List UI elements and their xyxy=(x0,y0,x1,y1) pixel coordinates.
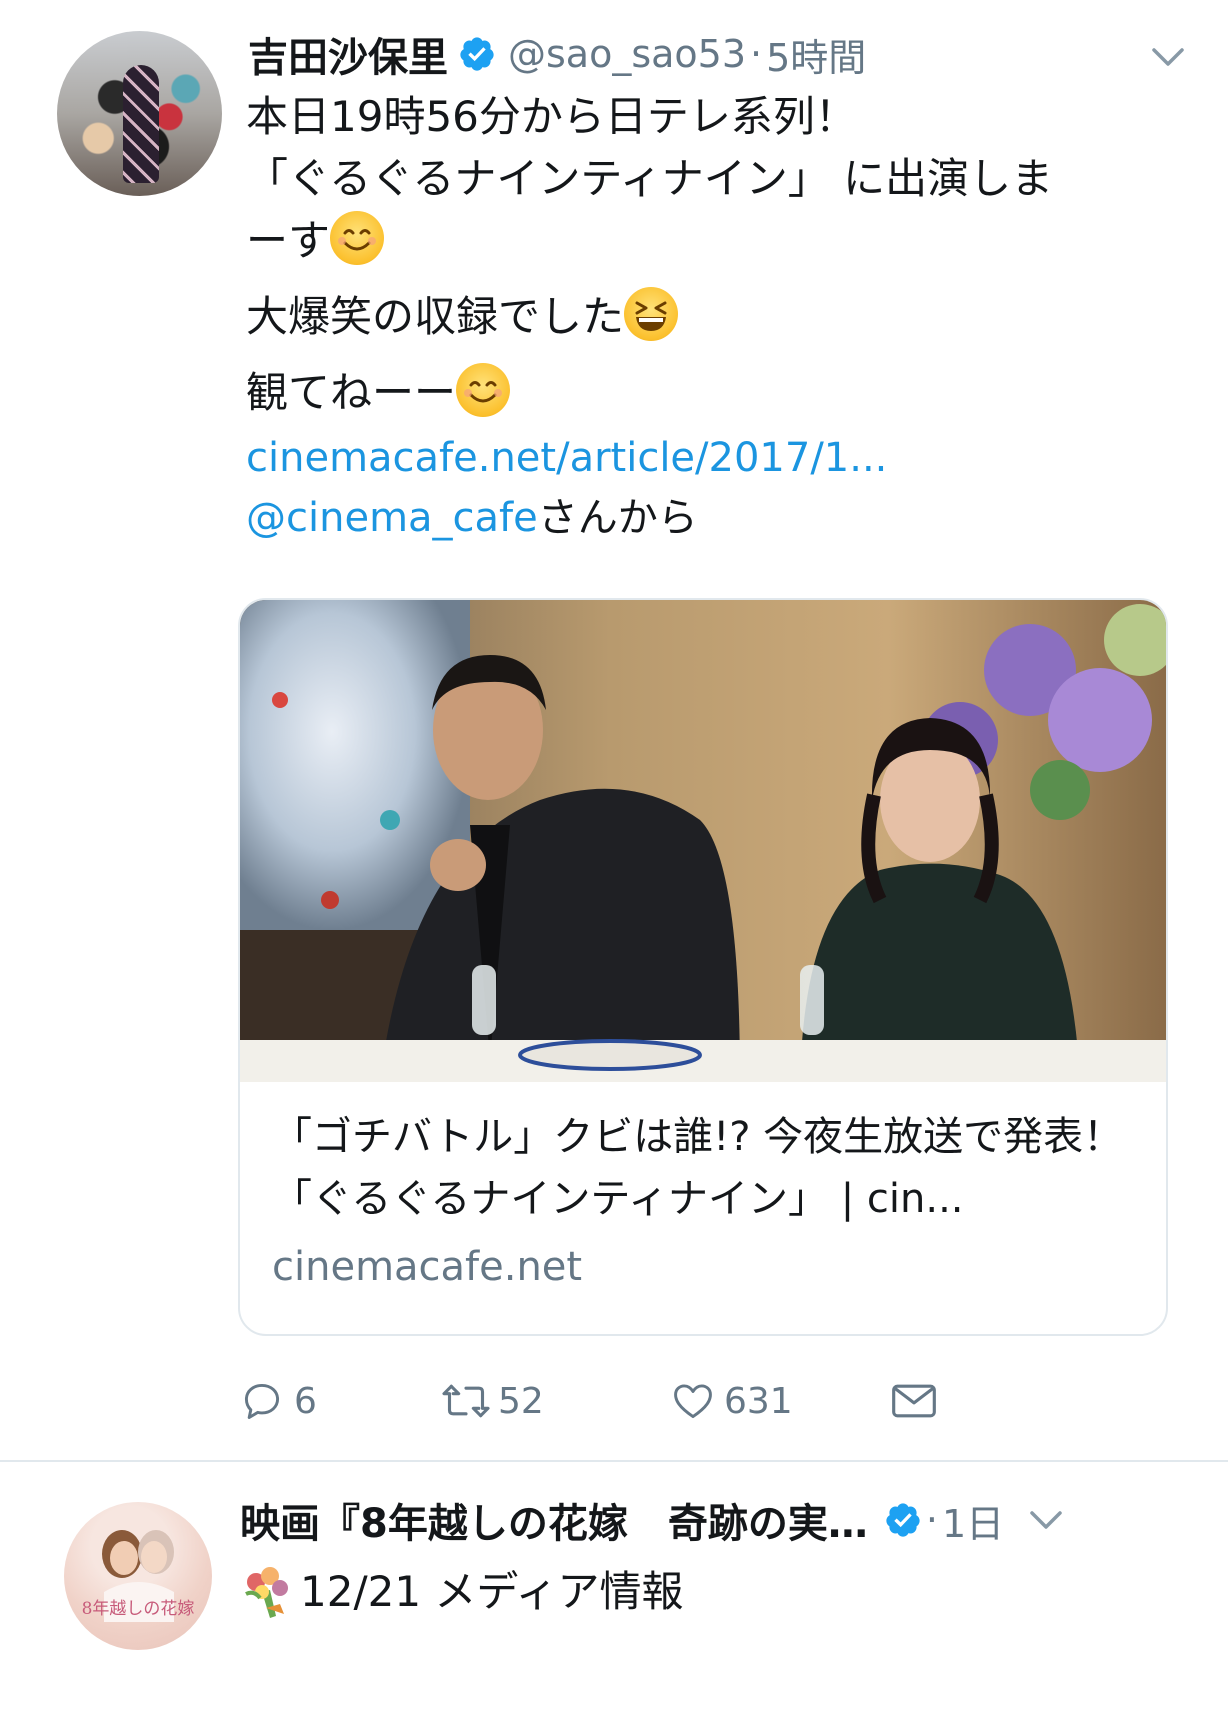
dm-icon xyxy=(892,1384,936,1418)
card-title[interactable]: 「ゴチバトル」クビは誰!? 今夜生放送で発表！「ぐるぐるナインティナイン」 | … xyxy=(272,1106,1134,1230)
tweet-line: 観てねーー xyxy=(246,362,1176,424)
retweet-button[interactable]: 52 xyxy=(440,1366,544,1436)
avatar-logo-text: 8年越しの花嫁 xyxy=(81,1599,195,1619)
tweet-time[interactable]: 5時間 xyxy=(766,27,866,82)
bouquet-emoji-icon xyxy=(245,1567,288,1618)
like-count: 631 xyxy=(724,1380,793,1422)
like-icon xyxy=(674,1384,712,1419)
tweet-time[interactable]: 1日 xyxy=(942,1493,1004,1548)
caret-down-icon[interactable] xyxy=(1148,42,1188,72)
dm-button[interactable] xyxy=(890,1366,938,1436)
separator-dot: · xyxy=(750,32,763,76)
author-avatar[interactable] xyxy=(57,31,222,196)
like-button[interactable]: 631 xyxy=(670,1366,793,1436)
mention-suffix: さんから xyxy=(537,495,698,541)
laugh-emoji-icon xyxy=(624,287,679,341)
tweet-line: 「ぐるぐるナインティナイン」 に出演しま xyxy=(246,154,1054,203)
verified-badge-icon xyxy=(886,1503,920,1537)
tweet-line: 大爆笑の収録でした xyxy=(246,286,1176,348)
tweet-attribution: @cinema_cafeさんから xyxy=(246,488,1176,548)
smile-emoji-icon xyxy=(456,363,511,417)
author-avatar[interactable]: 8年越しの花嫁 xyxy=(64,1502,212,1650)
tweet-body: 12/21 メディア情報 xyxy=(240,1562,683,1622)
reply-button[interactable]: 6 xyxy=(240,1366,317,1436)
separator-dot: · xyxy=(925,1498,938,1542)
retweet-icon xyxy=(442,1384,490,1418)
avatar-photo-detail xyxy=(123,65,159,183)
retweet-count: 52 xyxy=(498,1380,544,1422)
reply-count: 6 xyxy=(294,1380,317,1422)
tweet-2[interactable]: 8年越しの花嫁 映画『8年越しの花嫁 奇跡の実… · 1日 12/21 メディア… xyxy=(0,1462,1228,1716)
tweet-line: 本日19時56分から日テレ系列！ xyxy=(246,92,857,141)
tweet-actions: 6 52 631 xyxy=(240,1366,1140,1436)
tweet-line-text: ーす xyxy=(246,216,331,265)
card-domain: cinemacafe.net xyxy=(272,1244,583,1290)
smile-emoji-icon xyxy=(330,211,385,265)
tweet-line: 12/21 メディア情報 xyxy=(300,1567,684,1616)
author-name[interactable]: 吉田沙保里 xyxy=(248,25,448,83)
tweet-body: 本日19時56分から日テレ系列！ 「ぐるぐるナインティナイン」 に出演しま ーす… xyxy=(246,86,1176,548)
tweet-line-text: 観てねーー xyxy=(246,368,457,417)
avatar-photo-detail xyxy=(102,1530,174,1622)
reply-icon xyxy=(244,1383,280,1419)
tweet-link[interactable]: cinemacafe.net/article/2017/1... xyxy=(246,428,1176,488)
author-name[interactable]: 映画『8年越しの花嫁 奇跡の実… xyxy=(240,1491,868,1549)
tweet-line-text: 大爆笑の収録でした xyxy=(246,292,625,341)
mention-link[interactable]: @cinema_cafe xyxy=(246,495,538,541)
card-image xyxy=(240,600,1166,1082)
tweet-header: 映画『8年越しの花嫁 奇跡の実… · 1日 xyxy=(240,1490,1066,1550)
tweet-1[interactable]: 吉田沙保里 @sao_sao53 · 5時間 本日19時56分から日テレ系列！ … xyxy=(0,0,1228,1463)
author-handle[interactable]: @sao_sao53 xyxy=(508,32,746,76)
verified-badge-icon xyxy=(460,37,494,71)
tweet-line: ーす xyxy=(246,210,1176,272)
tweet-header: 吉田沙保里 @sao_sao53 · 5時間 xyxy=(248,26,866,82)
caret-down-icon[interactable] xyxy=(1026,1505,1066,1535)
link-card[interactable]: 「ゴチバトル」クビは誰!? 今夜生放送で発表！「ぐるぐるナインティナイン」 | … xyxy=(238,598,1168,1336)
